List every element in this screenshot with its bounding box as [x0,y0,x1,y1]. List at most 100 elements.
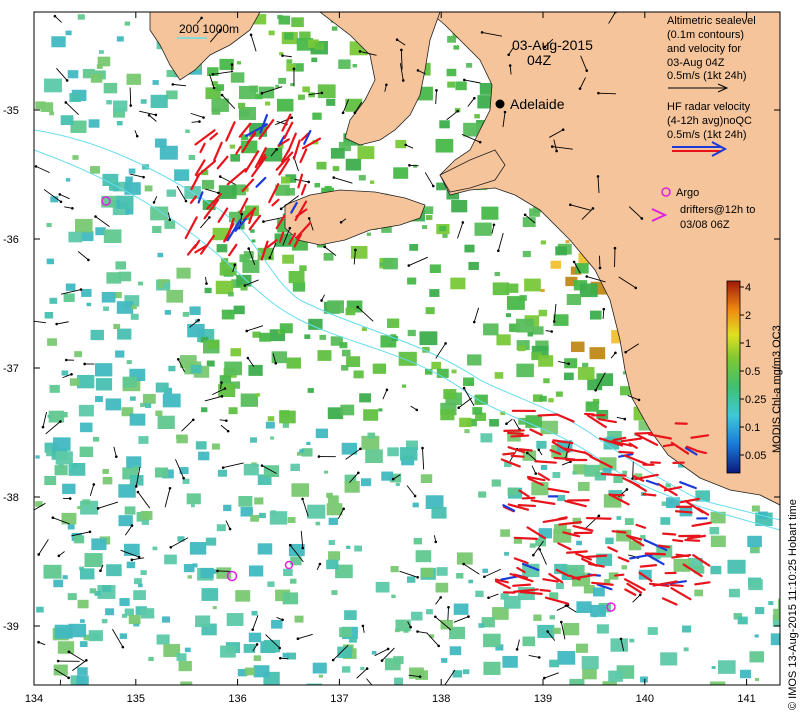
velocity-arrow-head [634,286,638,290]
chlorophyll-patch [543,378,550,384]
chlorophyll-patch [117,328,132,340]
velocity-arrow-head [168,218,172,221]
chlorophyll-patch [622,470,628,475]
chlorophyll-patch [284,32,294,40]
chlorophyll-patch [529,543,536,548]
velocity-arrow-head [467,615,470,618]
velocity-arrow-head [212,86,216,90]
velocity-arrow-head [342,507,345,511]
chlorophyll-patch [533,614,542,621]
y-tick-label: -36 [3,234,19,246]
chlorophyll-patch [163,282,171,289]
velocity-arrow-head [543,676,546,680]
chlorophyll-patch [119,598,130,606]
chlorophyll-patch [354,545,362,552]
chlorophyll-patch [395,482,400,487]
velocity-arrow-head [278,656,282,660]
velocity-arrow-head [245,329,249,333]
chlorophyll-patch [115,350,125,358]
chlorophyll-patch [201,588,219,601]
velocity-arrow-head [386,647,390,651]
legend-drifters-line-2: 03/08 06Z [680,219,730,231]
chlorophyll-patch [316,161,327,170]
velocity-arrow-head [67,650,71,654]
velocity-arrow-head [31,510,34,513]
chlorophyll-patch [360,478,372,487]
velocity-arrow-head [251,628,254,631]
chlorophyll-patch [130,313,139,320]
chlorophyll-patch [67,524,75,530]
chlorophyll-patch [431,361,442,370]
chlorophyll-patch [755,677,760,682]
chlorophyll-patch [390,566,399,573]
chlorophyll-patch [468,579,474,584]
chlorophyll-patch [84,553,103,568]
chlorophyll-patch [688,684,695,685]
chlorophyll-patch [174,169,190,181]
chlorophyll-patch [279,410,296,424]
chlorophyll-patch [681,625,692,633]
chlorophyll-patch [298,94,305,100]
chlorophyll-patch [68,231,83,243]
chlorophyll-patch [166,90,178,100]
radar-vector [669,583,684,588]
chlorophyll-patch [91,538,107,551]
chlorophyll-patch [340,404,355,416]
radar-vector [507,431,524,435]
velocity-arrow-head [217,191,220,195]
velocity-arrow-head [415,408,419,412]
chlorophyll-patch [76,675,89,685]
velocity-arrow-head [640,217,644,220]
chlorophyll-patch [72,463,79,468]
chlorophyll-patch [150,206,169,221]
chlorophyll-patch [307,504,326,519]
chlorophyll-patch [74,218,93,233]
chlorophyll-patch [409,244,419,251]
chlorophyll-patch [49,111,55,116]
chlorophyll-patch [97,56,111,67]
velocity-arrow-head [439,596,442,599]
chlorophyll-patch [69,378,80,386]
chlorophyll-patch [312,662,327,674]
chlorophyll-patch [581,656,599,670]
chlorophyll-patch [201,179,215,190]
velocity-arrow [598,92,616,95]
scale-bar: 200 1000m [177,22,239,39]
velocity-arrow-head [56,659,60,663]
chlorophyll-patch [442,233,448,238]
chlorophyll-patch [95,395,103,403]
chlorophyll-patch [589,310,602,320]
chlorophyll-patch [553,314,569,326]
velocity-arrow-head [65,79,69,82]
chlorophyll-patch [204,287,212,294]
chlorophyll-patch [47,338,57,346]
chlorophyll-patch [264,147,283,162]
chlorophyll-patch [737,616,748,625]
chlorophyll-patch [218,185,237,199]
chlorophyll-patch [552,627,561,634]
velocity-arrow-head [564,604,568,607]
velocity-arrow-head [437,644,440,648]
velocity-arrow-head [409,625,412,629]
velocity-arrow-head [169,545,173,549]
chlorophyll-patch [358,175,366,181]
chlorophyll-patch [557,494,566,502]
chlorophyll-patch [401,384,407,388]
velocity-arrow-head [134,485,138,488]
chlorophyll-patch [324,470,329,474]
chlorophyll-patch [195,615,211,628]
chlorophyll-patch [463,377,475,386]
chlorophyll-patch [82,499,91,506]
chlorophyll-patch [278,77,287,84]
chlorophyll-patch [276,98,294,112]
velocity-arrow-head [318,562,322,566]
chlorophyll-patch [768,601,774,606]
chlorophyll-patch [406,576,416,583]
x-tick-label: 135 [127,693,145,705]
chlorophyll-patch [341,349,351,357]
chlorophyll-patch [106,100,112,105]
chlorophyll-patch [60,115,74,126]
velocity-arrow-head [379,694,382,697]
chlorophyll-patch [49,297,58,304]
velocity-arrow-head [416,575,419,579]
